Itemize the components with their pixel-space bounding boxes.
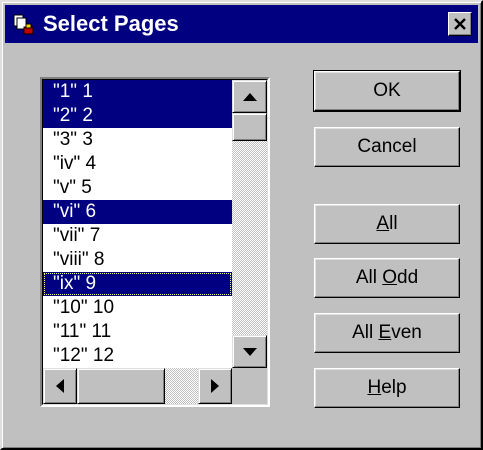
- arrow-right-icon: [211, 379, 219, 393]
- scrollbar-corner: [232, 368, 267, 404]
- list-item[interactable]: "2" 2: [43, 104, 232, 128]
- pages-list-items: "1" 1 "2" 2 "3" 3 "iv" 4 "v" 5 "vi" 6 "v…: [43, 80, 232, 368]
- list-item[interactable]: "vii" 7: [43, 224, 232, 248]
- help-button[interactable]: Help: [314, 368, 460, 408]
- list-item[interactable]: "vi" 6: [43, 200, 232, 224]
- window-title: Select Pages: [43, 11, 179, 36]
- help-button-label: Help: [367, 377, 407, 398]
- pages-icon: [13, 14, 35, 36]
- arrow-down-icon: [243, 348, 257, 356]
- select-pages-dialog: Select Pages "1" 1 "2" 2 "3" 3 "iv" 4 "v…: [0, 0, 483, 450]
- list-item[interactable]: "10" 10: [43, 296, 232, 320]
- list-item[interactable]: "v" 5: [43, 176, 232, 200]
- all-even-button-label: All Even: [352, 322, 422, 343]
- list-item[interactable]: "3" 3: [43, 128, 232, 152]
- list-item[interactable]: "1" 1: [43, 80, 232, 104]
- scroll-right-button[interactable]: [198, 368, 232, 404]
- scroll-up-button[interactable]: [232, 80, 267, 113]
- ok-button-label: OK: [373, 80, 401, 101]
- list-item[interactable]: "11" 11: [43, 320, 232, 344]
- list-item[interactable]: "12" 12: [43, 344, 232, 368]
- horizontal-scrollbar[interactable]: [43, 368, 232, 404]
- scroll-down-button[interactable]: [232, 335, 267, 368]
- pages-listbox[interactable]: "1" 1 "2" 2 "3" 3 "iv" 4 "v" 5 "vi" 6 "v…: [40, 77, 270, 407]
- vertical-scrollbar[interactable]: [232, 80, 267, 368]
- cancel-button[interactable]: Cancel: [314, 127, 460, 167]
- list-item[interactable]: "ix" 9: [43, 272, 232, 296]
- arrow-left-icon: [56, 379, 64, 393]
- pages-listbox-inner: "1" 1 "2" 2 "3" 3 "iv" 4 "v" 5 "vi" 6 "v…: [42, 79, 268, 405]
- ok-button[interactable]: OK: [313, 70, 461, 112]
- close-icon: [454, 18, 466, 30]
- all-button-label: All: [376, 213, 398, 234]
- vertical-scroll-thumb[interactable]: [232, 113, 267, 141]
- list-item[interactable]: "iv" 4: [43, 152, 232, 176]
- all-button[interactable]: All: [314, 204, 460, 244]
- close-button[interactable]: [448, 12, 472, 36]
- all-odd-button-label: All Odd: [355, 267, 419, 288]
- scroll-left-button[interactable]: [43, 368, 77, 404]
- cancel-button-label: Cancel: [357, 136, 417, 157]
- horizontal-scroll-thumb[interactable]: [77, 368, 165, 404]
- all-odd-button[interactable]: All Odd: [314, 258, 460, 298]
- arrow-up-icon: [243, 93, 257, 101]
- list-item[interactable]: "viii" 8: [43, 248, 232, 272]
- all-even-button[interactable]: All Even: [314, 313, 460, 353]
- title-bar[interactable]: Select Pages: [5, 5, 478, 43]
